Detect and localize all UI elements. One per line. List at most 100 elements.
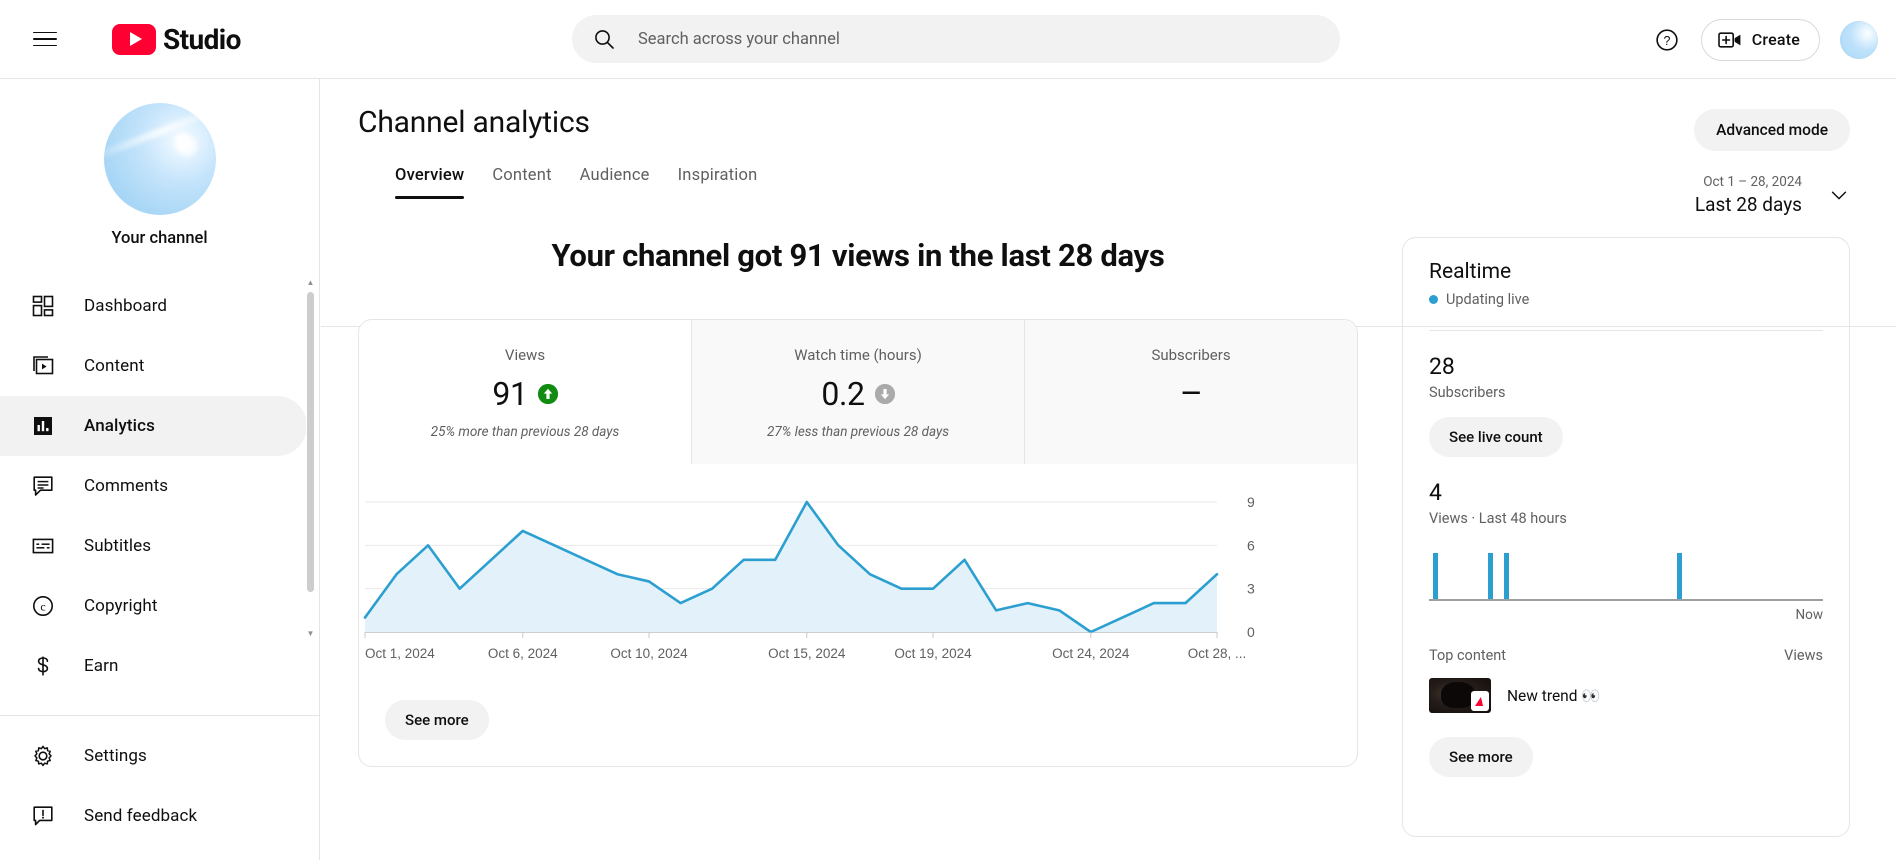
metric-label: Views — [504, 346, 546, 364]
analytics-icon — [30, 413, 56, 439]
metric-value-row: 0.2 — [692, 374, 1024, 414]
sidebar-item-dashboard[interactable]: Dashboard — [0, 276, 307, 336]
metric-label: Subscribers — [1151, 346, 1231, 364]
top-content-item[interactable]: New trend 👀 — [1429, 678, 1823, 713]
realtime-views-value: 4 — [1429, 479, 1442, 506]
sparkline-baseline — [1429, 599, 1823, 601]
top-content-label: Top content — [1429, 647, 1507, 664]
top-bar: Studio ? Create — [0, 0, 1896, 79]
youtube-play-icon — [112, 23, 156, 55]
sidebar-item-label: Send feedback — [84, 806, 198, 826]
metric-value-row: 91 — [359, 374, 691, 414]
sidebar-item-settings[interactable]: Settings — [0, 726, 307, 786]
sidebar-item-label: Content — [84, 356, 145, 376]
live-status-label: Updating live — [1446, 291, 1530, 308]
svg-text:?: ? — [1663, 33, 1670, 47]
sidebar-item-send-feedback[interactable]: Send feedback — [0, 786, 307, 846]
sidebar-scrollbar[interactable]: ▲ ▼ — [306, 278, 315, 638]
svg-text:Oct 28, ...: Oct 28, ... — [1188, 646, 1247, 661]
channel-avatar — [103, 103, 216, 215]
shorts-badge-icon — [1471, 691, 1489, 711]
sidebar-item-label: Analytics — [84, 416, 155, 436]
account-avatar[interactable] — [1840, 20, 1878, 59]
tab-overview[interactable]: Overview — [395, 166, 478, 199]
tab-content[interactable]: Content — [478, 166, 565, 199]
studio-logo[interactable]: Studio — [112, 23, 241, 56]
channel-name: Your channel — [111, 229, 208, 248]
tab-inspiration[interactable]: Inspiration — [664, 166, 772, 199]
sidebar-item-label: Earn — [84, 656, 119, 676]
gear-icon — [30, 743, 56, 769]
hamburger-menu-icon[interactable] — [21, 15, 69, 63]
views-column-label: Views — [1784, 647, 1823, 664]
advanced-mode-button[interactable]: Advanced mode — [1694, 109, 1850, 151]
sidebar-item-comments[interactable]: Comments — [0, 456, 307, 516]
see-live-count-button[interactable]: See live count — [1429, 417, 1563, 457]
dashboard-icon — [30, 293, 56, 319]
chart-footer: See more — [359, 678, 1357, 766]
subtitles-icon — [30, 533, 56, 559]
realtime-subscribers-label: Subscribers — [1429, 384, 1506, 401]
metric-card-views[interactable]: Views 91 25% more than previous 28 days — [359, 320, 692, 464]
svg-text:Oct 24, 2024: Oct 24, 2024 — [1052, 646, 1130, 661]
sidebar-item-analytics[interactable]: Analytics — [0, 396, 307, 456]
chart-canvas: 0 3 6 9 Oct 1, 2024 Oct 6, 2024 Oct 10, 2024 Oc… — [363, 494, 1255, 661]
overview-layout: Your channel got 91 views in the last 28… — [321, 237, 1896, 837]
metric-value: — — [1180, 379, 1202, 409]
scroll-up-arrow-icon[interactable]: ▲ — [306, 278, 315, 287]
overview-headline: Your channel got 91 views in the last 28… — [551, 237, 1165, 274]
svg-text:Oct 1, 2024: Oct 1, 2024 — [365, 646, 435, 661]
create-button[interactable]: Create — [1700, 18, 1820, 61]
svg-text:c: c — [40, 599, 45, 613]
sidebar-item-subtitles[interactable]: Subtitles — [0, 516, 307, 576]
page-header: Channel analytics Advanced mode Oct 1 – … — [321, 79, 1896, 216]
metric-value: 91 — [492, 375, 528, 413]
realtime-live-status: Updating live — [1429, 291, 1823, 308]
svg-text:9: 9 — [1247, 494, 1255, 510]
scrollbar-thumb[interactable] — [307, 292, 314, 592]
metric-value-row: — — [1025, 374, 1357, 414]
page-title: Channel analytics — [358, 105, 590, 140]
see-live-count-wrap: See live count — [1429, 417, 1823, 457]
sidebar-item-content[interactable]: Content — [0, 336, 307, 396]
search-bar[interactable] — [572, 15, 1340, 63]
sparkline-bar — [1488, 553, 1494, 599]
views-line-chart[interactable]: 0 3 6 9 Oct 1, 2024 Oct 6, 2024 Oct 10, 2024 Oc… — [359, 488, 1357, 678]
realtime-title: Realtime — [1429, 260, 1512, 284]
svg-text:Oct 10, 2024: Oct 10, 2024 — [610, 646, 688, 661]
see-more-chart-button[interactable]: See more — [385, 700, 489, 740]
metric-card-subscribers[interactable]: Subscribers — — [1025, 320, 1357, 464]
top-content-title: New trend 👀 — [1507, 686, 1601, 705]
search-icon — [595, 30, 614, 49]
date-range-preset: Last 28 days — [1694, 193, 1802, 216]
sidebar-item-label: Copyright — [84, 596, 158, 616]
sidebar-bottom-section: Settings Send feedback — [0, 715, 319, 860]
metric-comparison: 25% more than previous 28 days — [430, 424, 620, 440]
live-dot-icon — [1429, 295, 1438, 304]
copyright-icon: c — [30, 593, 56, 619]
sidebar-item-earn[interactable]: Earn — [0, 636, 307, 696]
sidebar-item-label: Subtitles — [84, 536, 152, 556]
sidebar-nav-list: Dashboard Content Analytics Comments Sub… — [0, 268, 319, 696]
views-chart-card: Views 91 25% more than previous 28 days — [358, 319, 1358, 767]
video-thumbnail — [1429, 678, 1491, 713]
see-more-realtime-button[interactable]: See more — [1429, 737, 1533, 777]
date-range-selector[interactable]: Oct 1 – 28, 2024 Last 28 days — [1560, 173, 1850, 217]
help-icon[interactable]: ? — [1643, 16, 1691, 64]
metric-card-watch-time[interactable]: Watch time (hours) 0.2 27% less than pre… — [692, 320, 1025, 464]
sidebar-item-label: Dashboard — [84, 296, 168, 316]
realtime-card: Realtime Updating live 28 Subscribers Se… — [1402, 237, 1850, 837]
tab-audience[interactable]: Audience — [566, 166, 664, 199]
scroll-down-arrow-icon[interactable]: ▼ — [306, 629, 315, 638]
content-icon — [30, 353, 56, 379]
search-input[interactable] — [638, 15, 1320, 63]
chevron-down-icon[interactable] — [1828, 184, 1850, 206]
sidebar-item-copyright[interactable]: c Copyright — [0, 576, 307, 636]
svg-text:6: 6 — [1247, 537, 1255, 553]
svg-text:0: 0 — [1247, 624, 1255, 640]
svg-text:Oct 6, 2024: Oct 6, 2024 — [488, 646, 558, 661]
brand-label: Studio — [163, 22, 241, 56]
channel-summary[interactable]: Your channel — [0, 79, 319, 268]
top-bar-actions: ? Create — [1643, 0, 1878, 79]
create-button-label: Create — [1751, 30, 1800, 49]
